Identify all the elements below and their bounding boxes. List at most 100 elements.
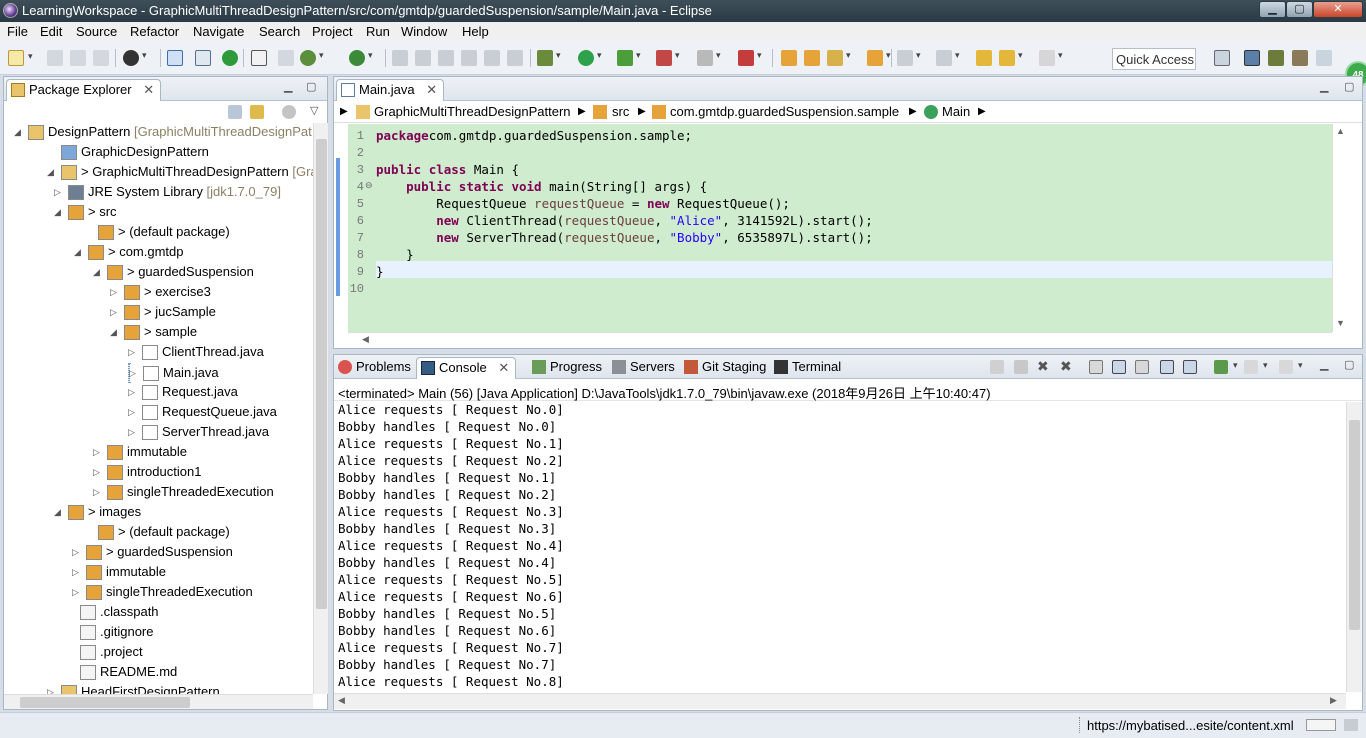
save-all-icon[interactable] (70, 50, 86, 66)
status-icon[interactable] (1344, 719, 1358, 731)
new-java-project-icon[interactable] (781, 50, 797, 66)
tree-twisty-icon[interactable]: ▷ (54, 183, 66, 201)
tree-twisty-icon[interactable]: ◢ (14, 123, 26, 141)
scroll-up-icon[interactable]: ▲ (1336, 126, 1345, 136)
breadcrumb-class[interactable]: Main (942, 104, 970, 119)
skip-breakpoints-icon[interactable] (195, 50, 211, 66)
git-icon[interactable] (300, 50, 324, 66)
coverage-icon[interactable] (617, 50, 641, 66)
pin-console-icon[interactable] (990, 360, 1004, 374)
tree-twisty-icon[interactable]: ◢ (74, 243, 86, 261)
console-scroll-thumb[interactable] (1349, 420, 1360, 630)
breadcrumb-project[interactable]: GraphicMultiThreadDesignPattern (374, 104, 571, 119)
tree-hscroll-thumb[interactable] (20, 697, 190, 708)
link-with-editor-icon[interactable] (250, 105, 264, 119)
next-annotation-icon[interactable] (897, 50, 921, 66)
tree-twisty-icon[interactable]: ◢ (47, 163, 59, 181)
tab-servers[interactable]: Servers (608, 357, 681, 379)
external-tools-icon[interactable] (656, 50, 680, 66)
remove-all-icon[interactable]: ✖ (1060, 359, 1074, 373)
back-icon[interactable] (999, 50, 1023, 66)
word-wrap-console-icon[interactable] (1135, 360, 1149, 374)
tab-git-staging[interactable]: Git Staging (680, 357, 772, 379)
new-class-icon[interactable] (827, 50, 851, 66)
tree-item[interactable]: ▷ Main.java (128, 363, 219, 383)
menu-file[interactable]: File (7, 24, 28, 39)
stop-icon[interactable] (697, 50, 721, 66)
close-tab-icon[interactable]: ✕ (143, 82, 154, 97)
code-line[interactable]: public static void main(String[] args) { (376, 179, 707, 194)
code-line[interactable]: } (376, 264, 384, 279)
console-horizontal-scrollbar[interactable]: ◀ ▶ (334, 693, 1346, 709)
show-stdout-icon[interactable] (1160, 360, 1174, 374)
refresh-icon[interactable] (349, 50, 373, 66)
quick-access-input[interactable]: Quick Access (1112, 48, 1196, 70)
toggle-mark-icon[interactable] (251, 50, 267, 66)
menu-project[interactable]: Project (312, 24, 352, 39)
collapse-all-icon[interactable] (228, 105, 242, 119)
show-stderr-icon[interactable] (1183, 360, 1197, 374)
open-type-icon[interactable] (867, 50, 891, 66)
menu-edit[interactable]: Edit (40, 24, 62, 39)
tree-twisty-icon[interactable]: ▷ (128, 403, 140, 421)
tree-twisty-icon[interactable]: ▷ (72, 583, 84, 601)
scroll-right-icon[interactable]: ▶ (1330, 695, 1337, 706)
scroll-left-icon[interactable]: ◀ (362, 334, 369, 345)
tab-terminal[interactable]: Terminal (770, 357, 847, 379)
menu-window[interactable]: Window (401, 24, 447, 39)
power-icon[interactable] (222, 50, 238, 66)
tab-package-explorer[interactable]: Package Explorer ✕ (6, 79, 162, 101)
run-icon[interactable] (578, 50, 602, 66)
code-line[interactable]: public class Main { (376, 162, 519, 177)
scroll-lock-icon[interactable] (1112, 360, 1126, 374)
last-edit-icon[interactable] (976, 50, 992, 66)
menu-refactor[interactable]: Refactor (130, 24, 179, 39)
tree-scroll-thumb[interactable] (316, 139, 327, 609)
java-perspective-icon[interactable] (1244, 50, 1260, 66)
code-line[interactable]: RequestQueue requestQueue = new RequestQ… (376, 196, 790, 211)
scroll-down-icon[interactable]: ▼ (1336, 318, 1345, 328)
terminate-icon[interactable] (1014, 360, 1028, 374)
tree-twisty-icon[interactable]: ▷ (72, 543, 84, 561)
annotation-icon[interactable] (415, 50, 431, 66)
block-select-icon[interactable] (278, 50, 294, 66)
clear-console-icon[interactable] (1089, 360, 1103, 374)
format-icon[interactable] (461, 50, 477, 66)
debug-perspective-icon[interactable] (1268, 50, 1284, 66)
progress-indicator[interactable] (1306, 719, 1336, 731)
tree-twisty-icon[interactable]: ▷ (129, 364, 141, 382)
terminal-icon[interactable] (167, 50, 183, 66)
maximize-console-icon[interactable]: ▢ (1344, 358, 1354, 371)
maximize-view-icon[interactable]: ▢ (306, 80, 316, 93)
new-icon[interactable] (8, 50, 33, 66)
pin-display-icon[interactable] (1214, 360, 1238, 374)
tree-vertical-scrollbar[interactable] (313, 123, 328, 694)
code-line[interactable]: packagecom.gmtdp.guardedSuspension.sampl… (376, 128, 692, 143)
remove-launch-icon[interactable]: ✖ (1037, 359, 1051, 373)
menu-navigate[interactable]: Navigate (193, 24, 244, 39)
pin-icon[interactable] (392, 50, 408, 66)
menu-source[interactable]: Source (76, 24, 117, 39)
code-area[interactable]: 1 packagecom.gmtdp.guardedSuspension.samp… (348, 124, 1332, 332)
prev-annotation-icon[interactable] (936, 50, 960, 66)
tree-twisty-icon[interactable]: ▷ (93, 463, 105, 481)
tree-twisty-icon[interactable]: ▷ (93, 443, 105, 461)
tree-twisty-icon[interactable]: ▷ (72, 563, 84, 581)
close-tab-icon[interactable]: ✕ (426, 82, 437, 97)
breadcrumb-package[interactable]: com.gmtdp.guardedSuspension.sample (670, 104, 899, 119)
editor-vertical-scrollbar[interactable]: ▲ ▼ (1332, 124, 1348, 332)
user-icon[interactable] (123, 50, 147, 66)
minimize-console-icon[interactable]: ▁ (1320, 358, 1328, 371)
tree-twisty-icon[interactable]: ▷ (128, 343, 140, 361)
tab-main-java[interactable]: Main.java ✕ (336, 79, 445, 101)
close-tab-icon[interactable]: ✕ (498, 360, 509, 375)
tree-twisty-icon[interactable]: ▷ (110, 303, 122, 321)
code-line[interactable]: } (376, 247, 414, 262)
deploy-icon[interactable] (738, 50, 762, 66)
code-line[interactable]: new ClientThread(requestQueue, "Alice", … (376, 213, 873, 228)
save-icon[interactable] (47, 50, 63, 66)
fold-icon[interactable]: ⊖ (365, 180, 373, 191)
tree-twisty-icon[interactable]: ▷ (128, 423, 140, 441)
paragraph-icon[interactable] (507, 50, 523, 66)
tree-twisty-icon[interactable]: ◢ (110, 323, 122, 341)
